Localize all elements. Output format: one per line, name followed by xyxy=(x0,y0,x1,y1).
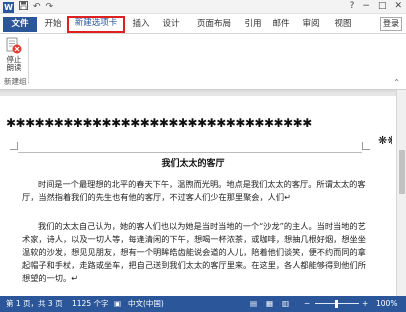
group-label: 新建组 xyxy=(4,77,27,86)
ribbon-tabs: 文件 开始 新建选项卡 插入 设计 页面布局 引用 邮件 审阅 视图 登录 xyxy=(0,14,406,34)
save-icon[interactable] xyxy=(19,1,28,14)
header-line xyxy=(18,152,362,153)
document-page[interactable]: ✱✱✱✱✱✱✱✱✱✱✱✱✱✱✱✱✱✱✱✱✱✱✱✱✱✱✱✱✱✱✱✱ ❋❋❋❋❋❋❋… xyxy=(0,96,396,296)
word-logo-icon: W xyxy=(3,2,14,13)
margin-mark-right xyxy=(362,142,370,150)
language-status[interactable]: 中文(中国) xyxy=(128,296,164,312)
minimize-icon[interactable]: − xyxy=(362,0,370,13)
ribbon: 停止 朗读 新建组 ⌃ xyxy=(0,34,406,90)
page-border-top: ✱✱✱✱✱✱✱✱✱✱✱✱✱✱✱✱✱✱✱✱✱✱✱✱✱✱✱✱✱✱✱✱ xyxy=(6,116,312,130)
title-bar: W ↶ ↷ ? − □ ✕ xyxy=(0,0,406,14)
stop-reading-button[interactable]: 停止 朗读 xyxy=(4,37,24,75)
tab-design[interactable]: 设计 xyxy=(160,17,182,32)
tab-file[interactable]: 文件 xyxy=(3,17,37,32)
scrollbar-thumb[interactable] xyxy=(399,150,405,194)
page-count[interactable]: 第 1 页，共 3 页 xyxy=(6,296,63,312)
redo-icon[interactable]: ↷ xyxy=(46,2,54,13)
paragraph-1-text: 时间是一个最理想的北平的春天下午，温煦而光明。地点是我们太太的客厅。所谓太太的客… xyxy=(22,179,366,202)
zoom-out-button[interactable]: − xyxy=(304,296,310,312)
stop-reading-label: 停止 朗读 xyxy=(6,55,22,72)
paragraph-1: 时间是一个最理想的北平的春天下午，温煦而光明。地点是我们太太的客厅。所谓太太的客… xyxy=(22,178,370,204)
document-title: 我们太太的客厅 xyxy=(161,159,225,169)
web-layout-icon[interactable]: ▥ xyxy=(282,296,289,312)
paragraph-2: 我们的太太自己认为，她的客人们也以为她是当时当地的一个“沙龙”的主人。当时当地的… xyxy=(22,220,370,285)
group-separator xyxy=(28,38,29,84)
undo-icon[interactable]: ↶ xyxy=(33,2,41,13)
stop-speak-icon xyxy=(6,37,22,55)
proofing-icon[interactable]: ▣ xyxy=(114,296,121,312)
zoom-in-button[interactable]: + xyxy=(362,296,368,312)
tab-home[interactable]: 开始 xyxy=(42,17,64,32)
collapse-ribbon-icon[interactable]: ⌃ xyxy=(393,78,400,87)
paragraph-2-text: 我们的太太自己认为，她的客人们也以为她是当时当地的一个“沙龙”的主人。当时当地的… xyxy=(22,221,366,283)
login-button[interactable]: 登录 xyxy=(380,17,402,31)
status-bar: 第 1 页，共 3 页 1125 个字 ▣ 中文(中国) ▤ ▦ ▥ − + 1… xyxy=(0,296,406,312)
document-area: ✱✱✱✱✱✱✱✱✱✱✱✱✱✱✱✱✱✱✱✱✱✱✱✱✱✱✱✱✱✱✱✱ ❋❋❋❋❋❋❋… xyxy=(0,90,406,296)
tab-page-layout[interactable]: 页面布局 xyxy=(193,17,235,32)
close-icon[interactable]: ✕ xyxy=(394,0,402,13)
help-icon[interactable]: ? xyxy=(350,0,355,13)
tab-new-tab[interactable]: 新建选项卡 xyxy=(67,16,125,33)
read-mode-icon[interactable]: ▤ xyxy=(250,296,257,312)
zoom-level[interactable]: 100% xyxy=(376,296,397,312)
tab-view[interactable]: 视图 xyxy=(332,17,354,32)
maximize-icon[interactable]: □ xyxy=(378,0,387,13)
vertical-scrollbar[interactable] xyxy=(396,90,406,296)
ruler-strip xyxy=(0,90,406,92)
tab-mailings[interactable]: 邮件 xyxy=(270,17,292,32)
print-layout-icon[interactable]: ▦ xyxy=(266,296,273,312)
margin-mark-left xyxy=(10,142,18,150)
quick-access-toolbar: W ↶ ↷ xyxy=(3,1,53,14)
window-controls: ? − □ ✕ xyxy=(350,0,402,13)
tab-references[interactable]: 引用 xyxy=(242,17,264,32)
tab-insert[interactable]: 插入 xyxy=(130,17,152,32)
tab-review[interactable]: 审阅 xyxy=(300,17,322,32)
zoom-slider-thumb[interactable] xyxy=(335,300,338,308)
word-count[interactable]: 1125 个字 xyxy=(72,296,108,312)
